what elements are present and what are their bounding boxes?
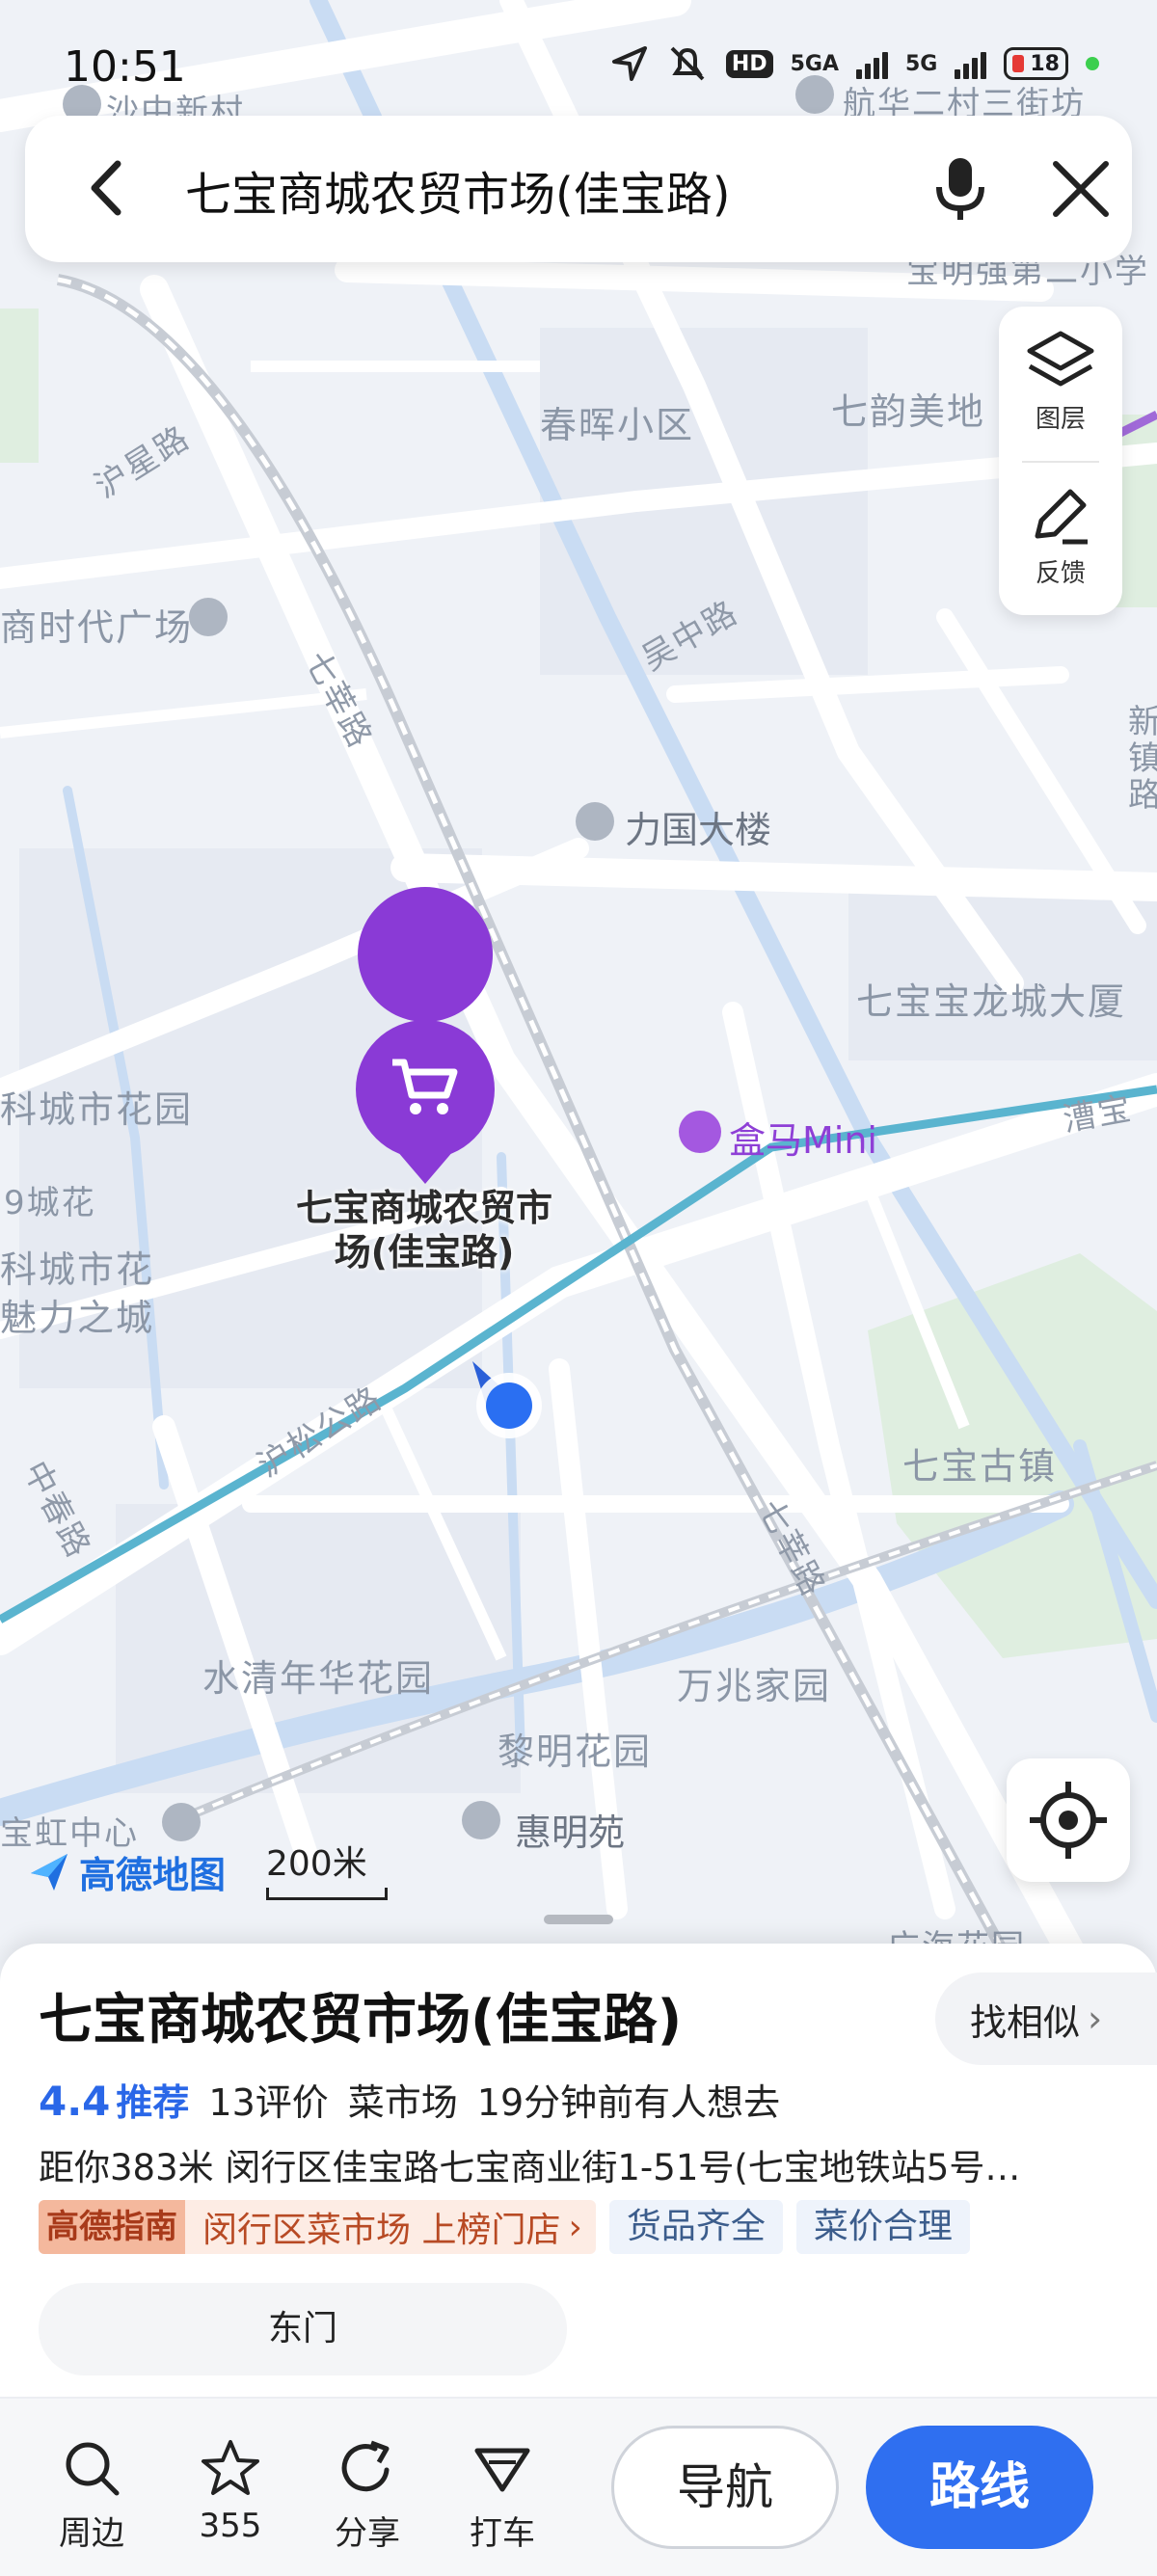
interest-note: 19分钟前有人想去 (476, 2081, 781, 2124)
mute-bell-icon (670, 46, 705, 81)
hema-poi-label[interactable]: 盒马Mini (729, 1111, 877, 1164)
map-tools: 图层 反馈 (999, 307, 1122, 615)
taxi-icon (474, 2448, 530, 2492)
signal-icon (955, 48, 987, 79)
hd-badge: HD (725, 49, 773, 78)
map-label: 力国大楼 (625, 809, 772, 851)
share-label: 分享 (335, 2514, 400, 2553)
network-label-5g: 5G (905, 51, 938, 76)
entrance-chip[interactable]: 东门 (39, 2283, 567, 2375)
nearby-button[interactable]: 周边 (39, 2437, 145, 2554)
privacy-dot (1086, 57, 1099, 70)
guide-logo: 高德指南 (39, 2200, 185, 2254)
layers-icon (1027, 331, 1094, 387)
map-label: 黎明花园 (498, 1731, 653, 1773)
pin-label[interactable]: 七宝商城农贸市场(佳宝路) (280, 1186, 569, 1275)
road-label: 新镇路 (1128, 703, 1157, 815)
amap-logo-icon (31, 1853, 67, 1891)
battery-icon: 18 (1004, 47, 1068, 80)
back-arrow-icon[interactable] (73, 154, 141, 222)
scale-label: 200米 (266, 1844, 367, 1884)
microphone-icon[interactable] (922, 150, 999, 228)
signal-icon (856, 48, 888, 79)
share-button[interactable]: 分享 (314, 2437, 420, 2554)
map-label: 春晖小区 (540, 404, 695, 446)
close-icon[interactable] (1042, 150, 1119, 228)
tools-divider (1022, 461, 1099, 463)
taxi-label: 打车 (470, 2514, 535, 2553)
chevron-right-icon: › (568, 2207, 582, 2247)
map-label: 9城花 (4, 1184, 96, 1222)
map-scale: 200米 (266, 1836, 388, 1900)
layers-button[interactable]: 图层 (999, 328, 1122, 435)
place-meta: 4.4 推荐 13评价 菜市场 19分钟前有人想去 (39, 2073, 780, 2126)
layers-label: 图层 (1035, 405, 1086, 434)
favorite-count: 355 (199, 2507, 262, 2545)
map-label: 七韵美地 (831, 390, 986, 433)
search-bar[interactable]: 七宝商城农贸市场(佳宝路) (25, 116, 1132, 262)
route-button[interactable]: 路线 (866, 2426, 1093, 2549)
find-similar-button[interactable]: 找相似 › (935, 1972, 1157, 2065)
map-label: 水清年华花园 (202, 1657, 435, 1700)
amap-logo: 高德地图 (27, 1845, 226, 1898)
battery-level: 18 (1030, 51, 1060, 76)
crosshair-icon (1030, 1782, 1107, 1859)
map-label: 商时代广场 (0, 606, 194, 649)
status-time: 10:51 (64, 42, 186, 92)
map-label: 魅力之城 (0, 1297, 155, 1339)
map-label: 科城市花园 (0, 1088, 194, 1131)
share-icon (341, 2440, 390, 2492)
place-category: 菜市场 (347, 2081, 458, 2124)
feedback-button[interactable]: 反馈 (999, 482, 1122, 589)
find-similar-label: 找相似 (970, 2000, 1081, 2044)
search-icon (66, 2442, 120, 2496)
search-query[interactable]: 七宝商城农贸市场(佳宝路) (185, 156, 730, 224)
chevron-right-icon: › (1088, 1998, 1103, 2040)
amap-logo-text: 高德地图 (79, 1854, 227, 1896)
feedback-label: 反馈 (1035, 559, 1086, 588)
place-title: 七宝商城农贸市场(佳宝路) (39, 1989, 683, 2052)
map-label: 科城市花 (0, 1248, 155, 1291)
guide-text: 闵行区菜市场 上榜门店 (202, 2211, 561, 2250)
rating-score: 4.4 (39, 2078, 111, 2125)
taxi-button[interactable]: 打车 (449, 2437, 555, 2554)
locate-me-button[interactable] (1007, 1758, 1130, 1882)
location-arrow-icon (611, 46, 647, 81)
nearby-label: 周边 (59, 2514, 124, 2553)
place-tags: 高德指南 闵行区菜市场 上榜门店 › 货品齐全 菜价合理 (39, 2200, 970, 2254)
scale-bar (266, 1888, 388, 1900)
shopping-cart-icon (392, 1059, 458, 1114)
star-icon (202, 2440, 259, 2495)
network-label-5ga: 5GA (790, 51, 839, 76)
review-count[interactable]: 13评价 (208, 2073, 328, 2126)
favorite-button[interactable]: 355 (177, 2437, 283, 2545)
status-bar: 10:51 HD 5GA 5G 18 (0, 0, 1157, 106)
map-label: 惠明苑 (515, 1811, 626, 1854)
map-label: 七宝古镇 (902, 1445, 1058, 1488)
feedback-pen-icon (1035, 489, 1088, 545)
map-label: 七宝宝龙城大厦 (856, 980, 1127, 1023)
rating-label: 推荐 (116, 2081, 190, 2124)
action-bar: 周边 355 分享 打车 导航 路线 (0, 2397, 1157, 2576)
feature-tag: 菜价合理 (795, 2200, 970, 2254)
place-address[interactable]: 距你383米 闵行区佳宝路七宝商业街1-51号(七宝地铁站5号… (39, 2138, 1118, 2190)
guide-ranking-tag[interactable]: 高德指南 闵行区菜市场 上榜门店 › (39, 2200, 596, 2254)
navigate-button[interactable]: 导航 (611, 2426, 839, 2549)
map-label: 万兆家园 (677, 1665, 832, 1707)
sheet-drag-handle[interactable] (544, 1915, 613, 1924)
feature-tag: 货品齐全 (608, 2200, 783, 2254)
